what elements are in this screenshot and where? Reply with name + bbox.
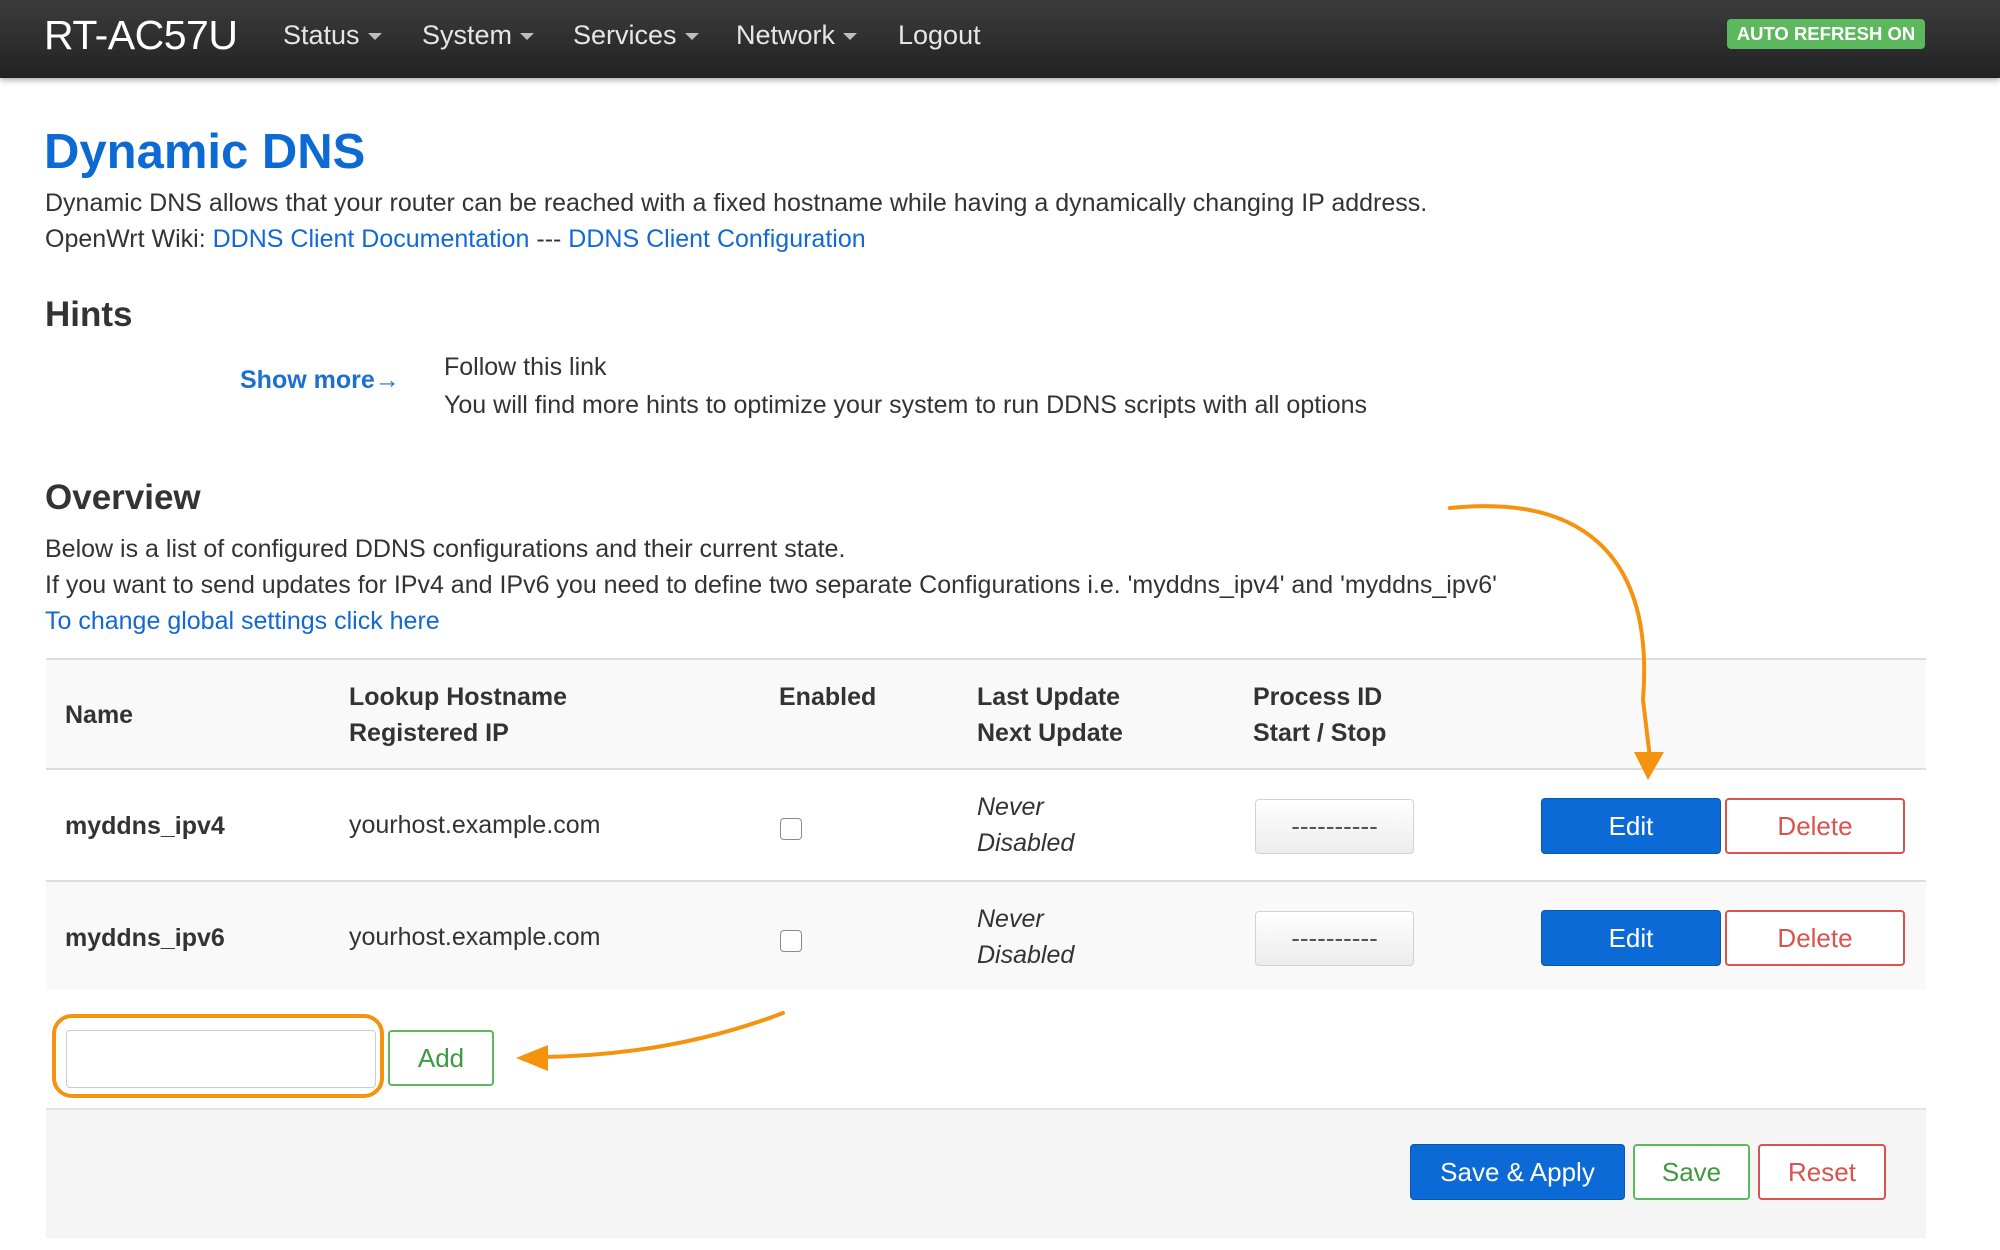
- row1-edit-button[interactable]: Edit: [1541, 798, 1721, 854]
- row1-process-button[interactable]: ----------: [1255, 799, 1414, 854]
- chevron-down-icon: [684, 33, 699, 41]
- wiki-separator: ---: [529, 225, 569, 253]
- th-next-update: Next Update: [977, 719, 1123, 747]
- show-more-link[interactable]: Show more→: [240, 366, 400, 395]
- wiki-prefix: OpenWrt Wiki:: [45, 225, 213, 253]
- auto-refresh-badge[interactable]: AUTO REFRESH ON: [1727, 19, 1925, 49]
- chevron-down-icon: [520, 33, 535, 41]
- row2-hostname: yourhost.example.com: [349, 923, 601, 951]
- row2-process-button[interactable]: ----------: [1255, 911, 1414, 966]
- menu-services[interactable]: Services: [573, 20, 699, 51]
- wiki-links-line: OpenWrt Wiki: DDNS Client Documentation …: [45, 225, 866, 254]
- page-title: Dynamic DNS: [44, 125, 366, 179]
- overview-heading: Overview: [45, 478, 201, 517]
- menu-system[interactable]: System: [422, 20, 535, 51]
- row1-delete-button[interactable]: Delete: [1725, 798, 1905, 854]
- save-apply-button[interactable]: Save & Apply: [1410, 1144, 1625, 1200]
- row1-name: myddns_ipv4: [65, 812, 225, 840]
- th-process-id: Process ID: [1253, 683, 1383, 711]
- row2-name: myddns_ipv6: [65, 924, 225, 952]
- row2-next-update: Disabled: [977, 941, 1075, 969]
- th-lookup-hostname: Lookup Hostname: [349, 683, 568, 711]
- hints-line-1: Follow this link: [444, 353, 607, 381]
- top-navbar: RT-AC57U Status System Services Network …: [0, 0, 2000, 78]
- annotation-arrow-to-input: [538, 1011, 785, 1059]
- row1-hostname: yourhost.example.com: [349, 811, 601, 839]
- annotation-highlight-box: [52, 1014, 384, 1098]
- row2-edit-button[interactable]: Edit: [1541, 910, 1721, 966]
- hints-heading: Hints: [45, 295, 133, 334]
- menu-logout-label: Logout: [898, 20, 981, 50]
- menu-network[interactable]: Network: [736, 20, 858, 51]
- menu-status-label: Status: [283, 20, 360, 50]
- show-more-label: Show more: [240, 366, 375, 394]
- row1-enabled-checkbox[interactable]: [780, 818, 802, 840]
- row2-delete-button[interactable]: Delete: [1725, 910, 1905, 966]
- menu-system-label: System: [422, 20, 513, 50]
- arrow-right-icon: →: [374, 366, 400, 394]
- global-settings-link[interactable]: To change global settings click here: [45, 607, 440, 636]
- reset-button[interactable]: Reset: [1758, 1144, 1886, 1200]
- page-description: Dynamic DNS allows that your router can …: [45, 189, 1428, 217]
- save-button[interactable]: Save: [1633, 1144, 1750, 1200]
- annotation-arrowhead-input: [516, 1045, 548, 1071]
- th-name: Name: [65, 701, 134, 729]
- row1-last-update: Never: [977, 793, 1044, 821]
- chevron-down-icon: [367, 33, 382, 41]
- th-last-update: Last Update: [977, 683, 1121, 711]
- hints-line-2: You will find more hints to optimize you…: [444, 391, 1368, 419]
- menu-status[interactable]: Status: [283, 20, 382, 51]
- ddns-documentation-link[interactable]: DDNS Client Documentation: [213, 225, 530, 253]
- chevron-down-icon: [843, 33, 858, 41]
- row1-next-update: Disabled: [977, 829, 1075, 857]
- menu-logout[interactable]: Logout: [898, 20, 981, 51]
- th-start-stop: Start / Stop: [1253, 719, 1387, 747]
- brand-logo[interactable]: RT-AC57U: [44, 12, 238, 59]
- overview-line-1: Below is a list of configured DDNS confi…: [45, 535, 846, 563]
- ddns-configuration-link[interactable]: DDNS Client Configuration: [568, 225, 865, 253]
- th-registered-ip: Registered IP: [349, 719, 509, 747]
- th-enabled: Enabled: [779, 683, 877, 711]
- overview-line-2: If you want to send updates for IPv4 and…: [45, 571, 1497, 599]
- row2-last-update: Never: [977, 905, 1044, 933]
- menu-network-label: Network: [736, 20, 836, 50]
- menu-services-label: Services: [573, 20, 677, 50]
- row2-enabled-checkbox[interactable]: [780, 930, 802, 952]
- add-button[interactable]: Add: [388, 1030, 494, 1086]
